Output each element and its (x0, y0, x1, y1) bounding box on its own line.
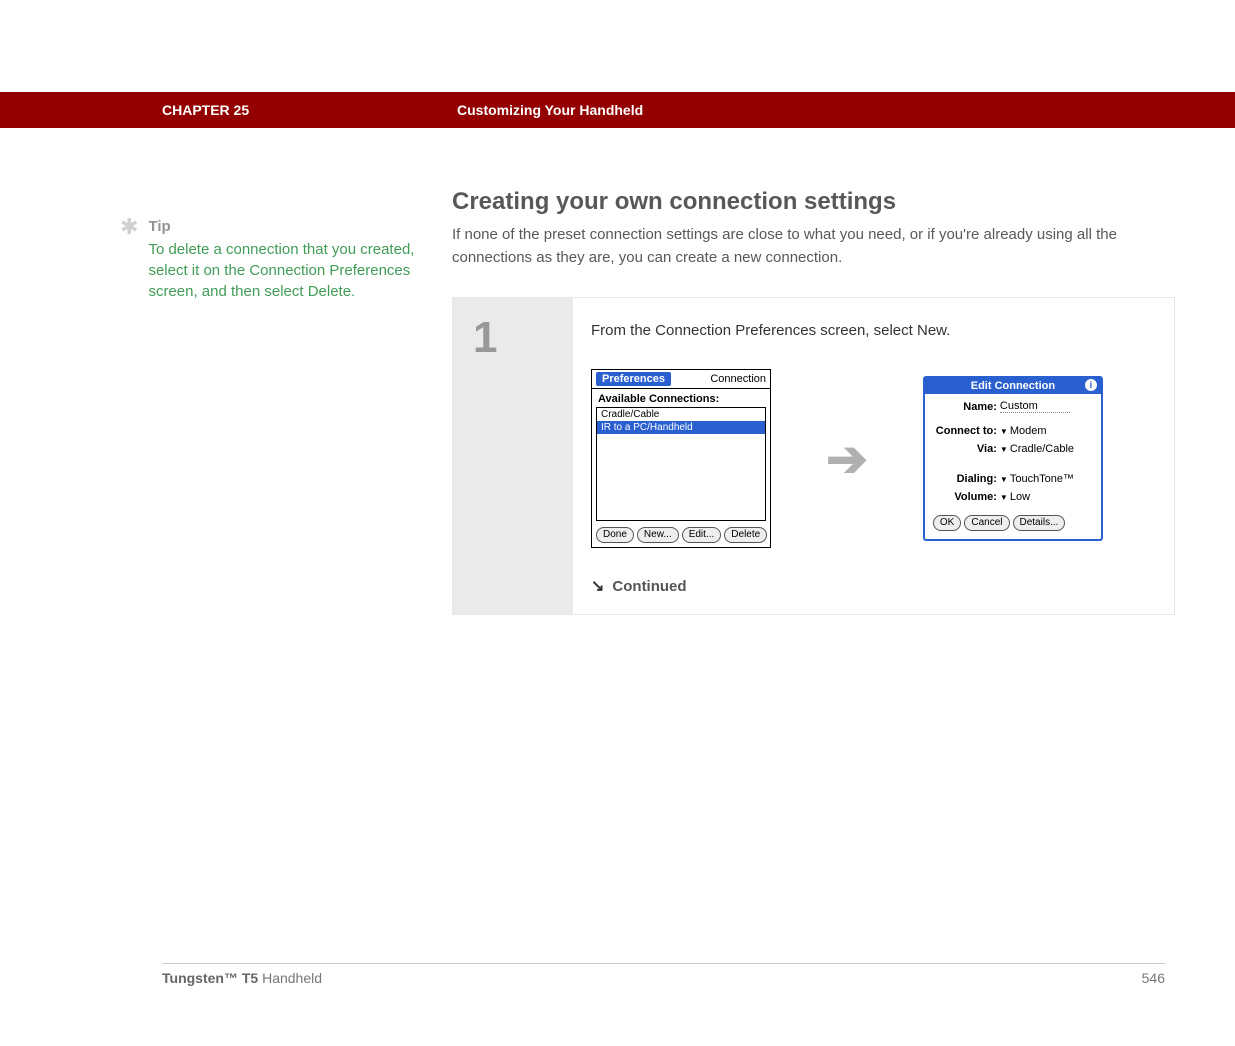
info-icon[interactable]: i (1085, 379, 1097, 391)
chapter-number: CHAPTER 25 (162, 102, 457, 118)
delete-button[interactable]: Delete (724, 527, 767, 543)
new-button[interactable]: New... (637, 527, 679, 543)
chevron-down-icon: ▼ (1000, 445, 1008, 454)
page-footer: Tungsten™ T5 Handheld 546 (162, 963, 1165, 986)
asterisk-icon: ✱ (120, 216, 138, 302)
sidebar: ✱ Tip To delete a connection that you cr… (132, 188, 452, 615)
available-connections-label: Available Connections: (592, 389, 770, 407)
arrow-right-icon: ➔ (826, 434, 868, 484)
connect-to-dropdown[interactable]: ▼ Modem (1000, 425, 1047, 437)
continued-indicator: ↘ Continued (591, 576, 1156, 596)
via-dropdown[interactable]: ▼ Cradle/Cable (1000, 443, 1074, 455)
list-item[interactable]: Cradle/Cable (597, 408, 765, 421)
dialing-dropdown[interactable]: ▼ TouchTone™ (1000, 473, 1074, 485)
prefs-right-label: Connection (710, 373, 766, 385)
arrow-down-right-icon: ↘ (591, 576, 604, 596)
ok-button[interactable]: OK (933, 515, 961, 531)
edit-connection-screenshot: Edit Connection i Name: Custom Connect t… (923, 376, 1103, 541)
chapter-header: CHAPTER 25 Customizing Your Handheld (0, 92, 1235, 128)
continued-label: Continued (612, 578, 686, 595)
name-label: Name: (933, 401, 997, 413)
page-number: 546 (1142, 970, 1165, 986)
chevron-down-icon: ▼ (1000, 475, 1008, 484)
via-label: Via: (933, 443, 997, 455)
step-number: 1 (473, 316, 573, 360)
step-instruction: From the Connection Preferences screen, … (591, 322, 1156, 339)
connection-list[interactable]: Cradle/Cable IR to a PC/Handheld (596, 407, 766, 521)
tip-heading: Tip (148, 218, 422, 235)
edit-button[interactable]: Edit... (682, 527, 722, 543)
volume-dropdown[interactable]: ▼ Low (1000, 491, 1030, 503)
preferences-screenshot: Preferences Connection Available Connect… (591, 369, 771, 548)
chapter-title: Customizing Your Handheld (457, 102, 643, 118)
tip-callout: ✱ Tip To delete a connection that you cr… (132, 218, 422, 302)
details-button[interactable]: Details... (1013, 515, 1066, 531)
done-button[interactable]: Done (596, 527, 634, 543)
chevron-down-icon: ▼ (1000, 427, 1008, 436)
product-name: Tungsten™ T5 Handheld (162, 970, 322, 986)
list-item[interactable]: IR to a PC/Handheld (597, 421, 765, 434)
chevron-down-icon: ▼ (1000, 493, 1008, 502)
edit-connection-title: Edit Connection (971, 380, 1055, 392)
prefs-tab-label: Preferences (596, 372, 671, 386)
volume-label: Volume: (933, 491, 997, 503)
cancel-button[interactable]: Cancel (964, 515, 1009, 531)
name-input[interactable]: Custom (1000, 400, 1070, 413)
dialing-label: Dialing: (933, 473, 997, 485)
step-box: 1 From the Connection Preferences screen… (452, 297, 1175, 615)
section-title: Creating your own connection settings (452, 188, 1175, 216)
connect-to-label: Connect to: (933, 425, 997, 437)
step-number-column: 1 (453, 298, 573, 614)
tip-text: To delete a connection that you created,… (148, 239, 422, 302)
section-intro: If none of the preset connection setting… (452, 224, 1175, 269)
